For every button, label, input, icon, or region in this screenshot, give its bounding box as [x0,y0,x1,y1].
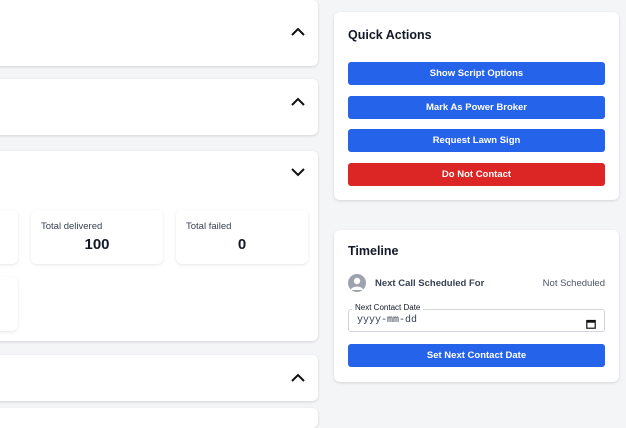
user-icon [348,274,366,292]
total-delivered-label: Total delivered [41,221,103,232]
show-script-options-button[interactable]: Show Script Options [348,62,605,85]
chevron-up-icon[interactable] [290,27,306,37]
collapsible-panel-1 [0,0,318,66]
chevron-up-icon[interactable] [290,373,306,383]
next-contact-date-label: Next Contact Date [352,303,424,312]
collapsible-panel-5 [0,408,318,428]
next-contact-date-input[interactable]: yyyy-mm-dd [357,315,417,326]
total-delivered-value: 100 [84,236,110,253]
next-call-scheduled-value: Not Scheduled [542,278,605,289]
set-next-contact-date-button[interactable]: Set Next Contact Date [348,344,605,367]
do-not-contact-button[interactable]: Do Not Contact [348,163,605,186]
next-call-scheduled-label: Next Call Scheduled For [375,278,485,289]
stat-card-total-failed: Total failed 0 [176,210,308,264]
request-lawn-sign-button[interactable]: Request Lawn Sign [348,129,605,152]
collapsible-panel-4 [0,355,318,401]
next-contact-date-field[interactable]: yyyy-mm-dd [348,309,605,332]
total-failed-label: Total failed [186,221,232,232]
stat-card-total-delivered: Total delivered 100 [31,210,163,264]
chevron-down-icon[interactable] [290,167,306,177]
chevron-up-icon[interactable] [290,97,306,107]
stat-card-partial [0,210,18,264]
calendar-icon[interactable] [586,316,596,329]
mark-as-power-broker-button[interactable]: Mark As Power Broker [348,96,605,119]
timeline-title: Timeline [348,244,399,258]
collapsible-panel-2 [0,79,318,135]
quick-actions-title: Quick Actions [348,28,432,42]
stat-card-partial-2 [0,277,18,331]
total-failed-value: 0 [237,236,247,253]
